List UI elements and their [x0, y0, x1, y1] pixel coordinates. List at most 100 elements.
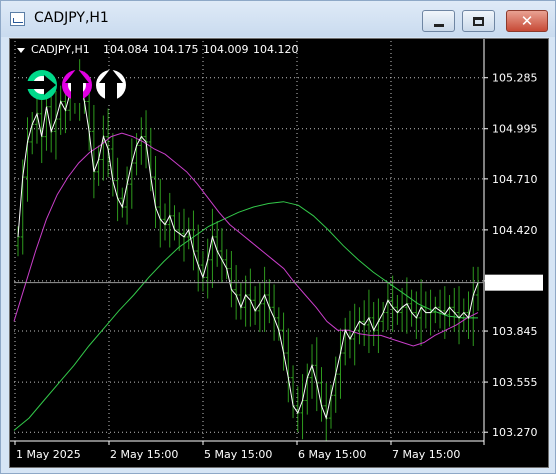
circle-arrow-right-icon	[24, 70, 57, 100]
price-bar	[338, 328, 343, 399]
price-bar	[357, 307, 362, 345]
price-bar	[158, 178, 163, 248]
price-bar	[115, 157, 120, 222]
price-bar	[205, 238, 210, 299]
price-bar	[148, 127, 153, 192]
price-bar	[343, 317, 348, 366]
price-bar	[352, 303, 357, 366]
price-bar	[267, 279, 272, 324]
minimize-button[interactable]	[422, 10, 455, 32]
price-bar	[248, 268, 253, 327]
time-tick-label: 2 May 15:00	[110, 448, 178, 461]
price-bar	[91, 104, 96, 199]
chart-window-icon	[10, 12, 25, 26]
price-bar	[186, 217, 191, 250]
price-bar	[457, 286, 462, 345]
circle-arrow-up-icon	[62, 68, 92, 103]
price-bar	[257, 282, 262, 332]
chart-menu-triangle-icon[interactable]	[17, 48, 25, 53]
low-price: 104.009	[203, 43, 249, 56]
price-bar	[385, 282, 390, 331]
price-bar	[371, 302, 376, 346]
price-bar	[215, 221, 220, 267]
title-bar[interactable]: CADJPY,H1 ✕	[1, 1, 555, 37]
price-bar	[305, 363, 310, 415]
open-price: 104.084	[103, 43, 149, 56]
maximize-button[interactable]	[462, 10, 495, 32]
circle-arrow-up-icon	[96, 68, 126, 103]
time-tick-label: 7 May 15:00	[392, 448, 460, 461]
minimize-icon	[433, 23, 444, 27]
price-bar	[438, 289, 443, 329]
price-axis-labels: 105.285104.995104.710104.420104.130103.8…	[484, 72, 538, 439]
price-bar	[476, 266, 480, 311]
price-bar	[191, 210, 196, 271]
chart-area[interactable]: 105.285104.995104.710104.420104.130103.8…	[9, 38, 549, 468]
price-tick-label: 103.555	[492, 376, 538, 389]
close-price-line	[17, 82, 479, 420]
high-price: 104.175	[153, 43, 199, 56]
price-bar	[253, 286, 258, 325]
price-bar	[471, 266, 476, 346]
price-bar	[153, 156, 158, 229]
price-bar	[461, 298, 466, 332]
price-bar	[129, 138, 134, 209]
current-price-marker: 104.120	[14, 274, 543, 291]
close-icon: ✕	[520, 11, 534, 30]
price-bar	[210, 208, 215, 288]
maximize-icon	[473, 16, 484, 26]
price-bar	[25, 117, 30, 202]
price-bar	[229, 251, 234, 308]
price-bars	[16, 59, 480, 441]
price-bar	[319, 367, 324, 422]
price-bar	[286, 328, 291, 403]
price-bar	[172, 205, 177, 241]
price-tick-label: 104.710	[492, 173, 538, 186]
price-bar	[333, 356, 338, 413]
time-tick-label: 6 May 15:00	[298, 448, 366, 461]
price-bar	[433, 296, 438, 324]
time-tick-label: 1 May 2025	[16, 448, 81, 461]
price-bar	[381, 302, 386, 332]
price-tick-label: 104.995	[492, 123, 538, 136]
close-button[interactable]: ✕	[506, 10, 548, 32]
chart-header: CADJPY,H1 104.084 104.175 104.009 104.12…	[17, 43, 299, 56]
price-bar	[314, 337, 319, 412]
price-bar	[243, 275, 248, 327]
price-bar	[347, 310, 352, 359]
time-axis-labels: 1 May 2025 2 May 15:00 5 May 15:00 6 May 15…	[14, 441, 460, 461]
price-bar	[144, 110, 149, 169]
time-tick-label: 5 May 15:00	[204, 448, 272, 461]
price-bar	[447, 294, 452, 327]
price-tick-label: 104.420	[492, 224, 538, 237]
price-bar	[409, 289, 414, 327]
price-bar	[125, 166, 130, 225]
price-bar	[120, 187, 125, 218]
price-bar	[390, 275, 395, 332]
price-bar	[466, 291, 471, 339]
price-bar	[58, 85, 63, 135]
price-bar	[101, 115, 106, 181]
price-chart[interactable]: 105.285104.995104.710104.420104.130103.8…	[10, 39, 548, 467]
price-tick-label: 103.845	[492, 325, 538, 338]
price-bar	[238, 282, 243, 320]
price-bar	[53, 90, 58, 160]
close-price: 104.120	[253, 43, 299, 56]
price-tick-label: 105.285	[492, 72, 538, 85]
chart-symbol: CADJPY,H1	[31, 43, 90, 56]
price-bar	[300, 374, 305, 440]
price-bar	[291, 365, 296, 419]
price-bar	[395, 294, 400, 325]
window-title: CADJPY,H1	[34, 10, 109, 26]
price-bar	[400, 287, 405, 332]
price-tick-label: 103.270	[492, 426, 538, 439]
price-bar	[234, 265, 239, 320]
price-bar	[272, 284, 277, 341]
price-bar	[30, 112, 35, 155]
chart-window: CADJPY,H1 ✕ 105.285 104.995 104.710 104.420…	[0, 0, 556, 474]
price-bar	[376, 298, 381, 354]
price-bar	[44, 92, 49, 151]
price-bar	[419, 279, 424, 346]
price-bar	[106, 108, 111, 178]
price-bar	[177, 212, 182, 251]
